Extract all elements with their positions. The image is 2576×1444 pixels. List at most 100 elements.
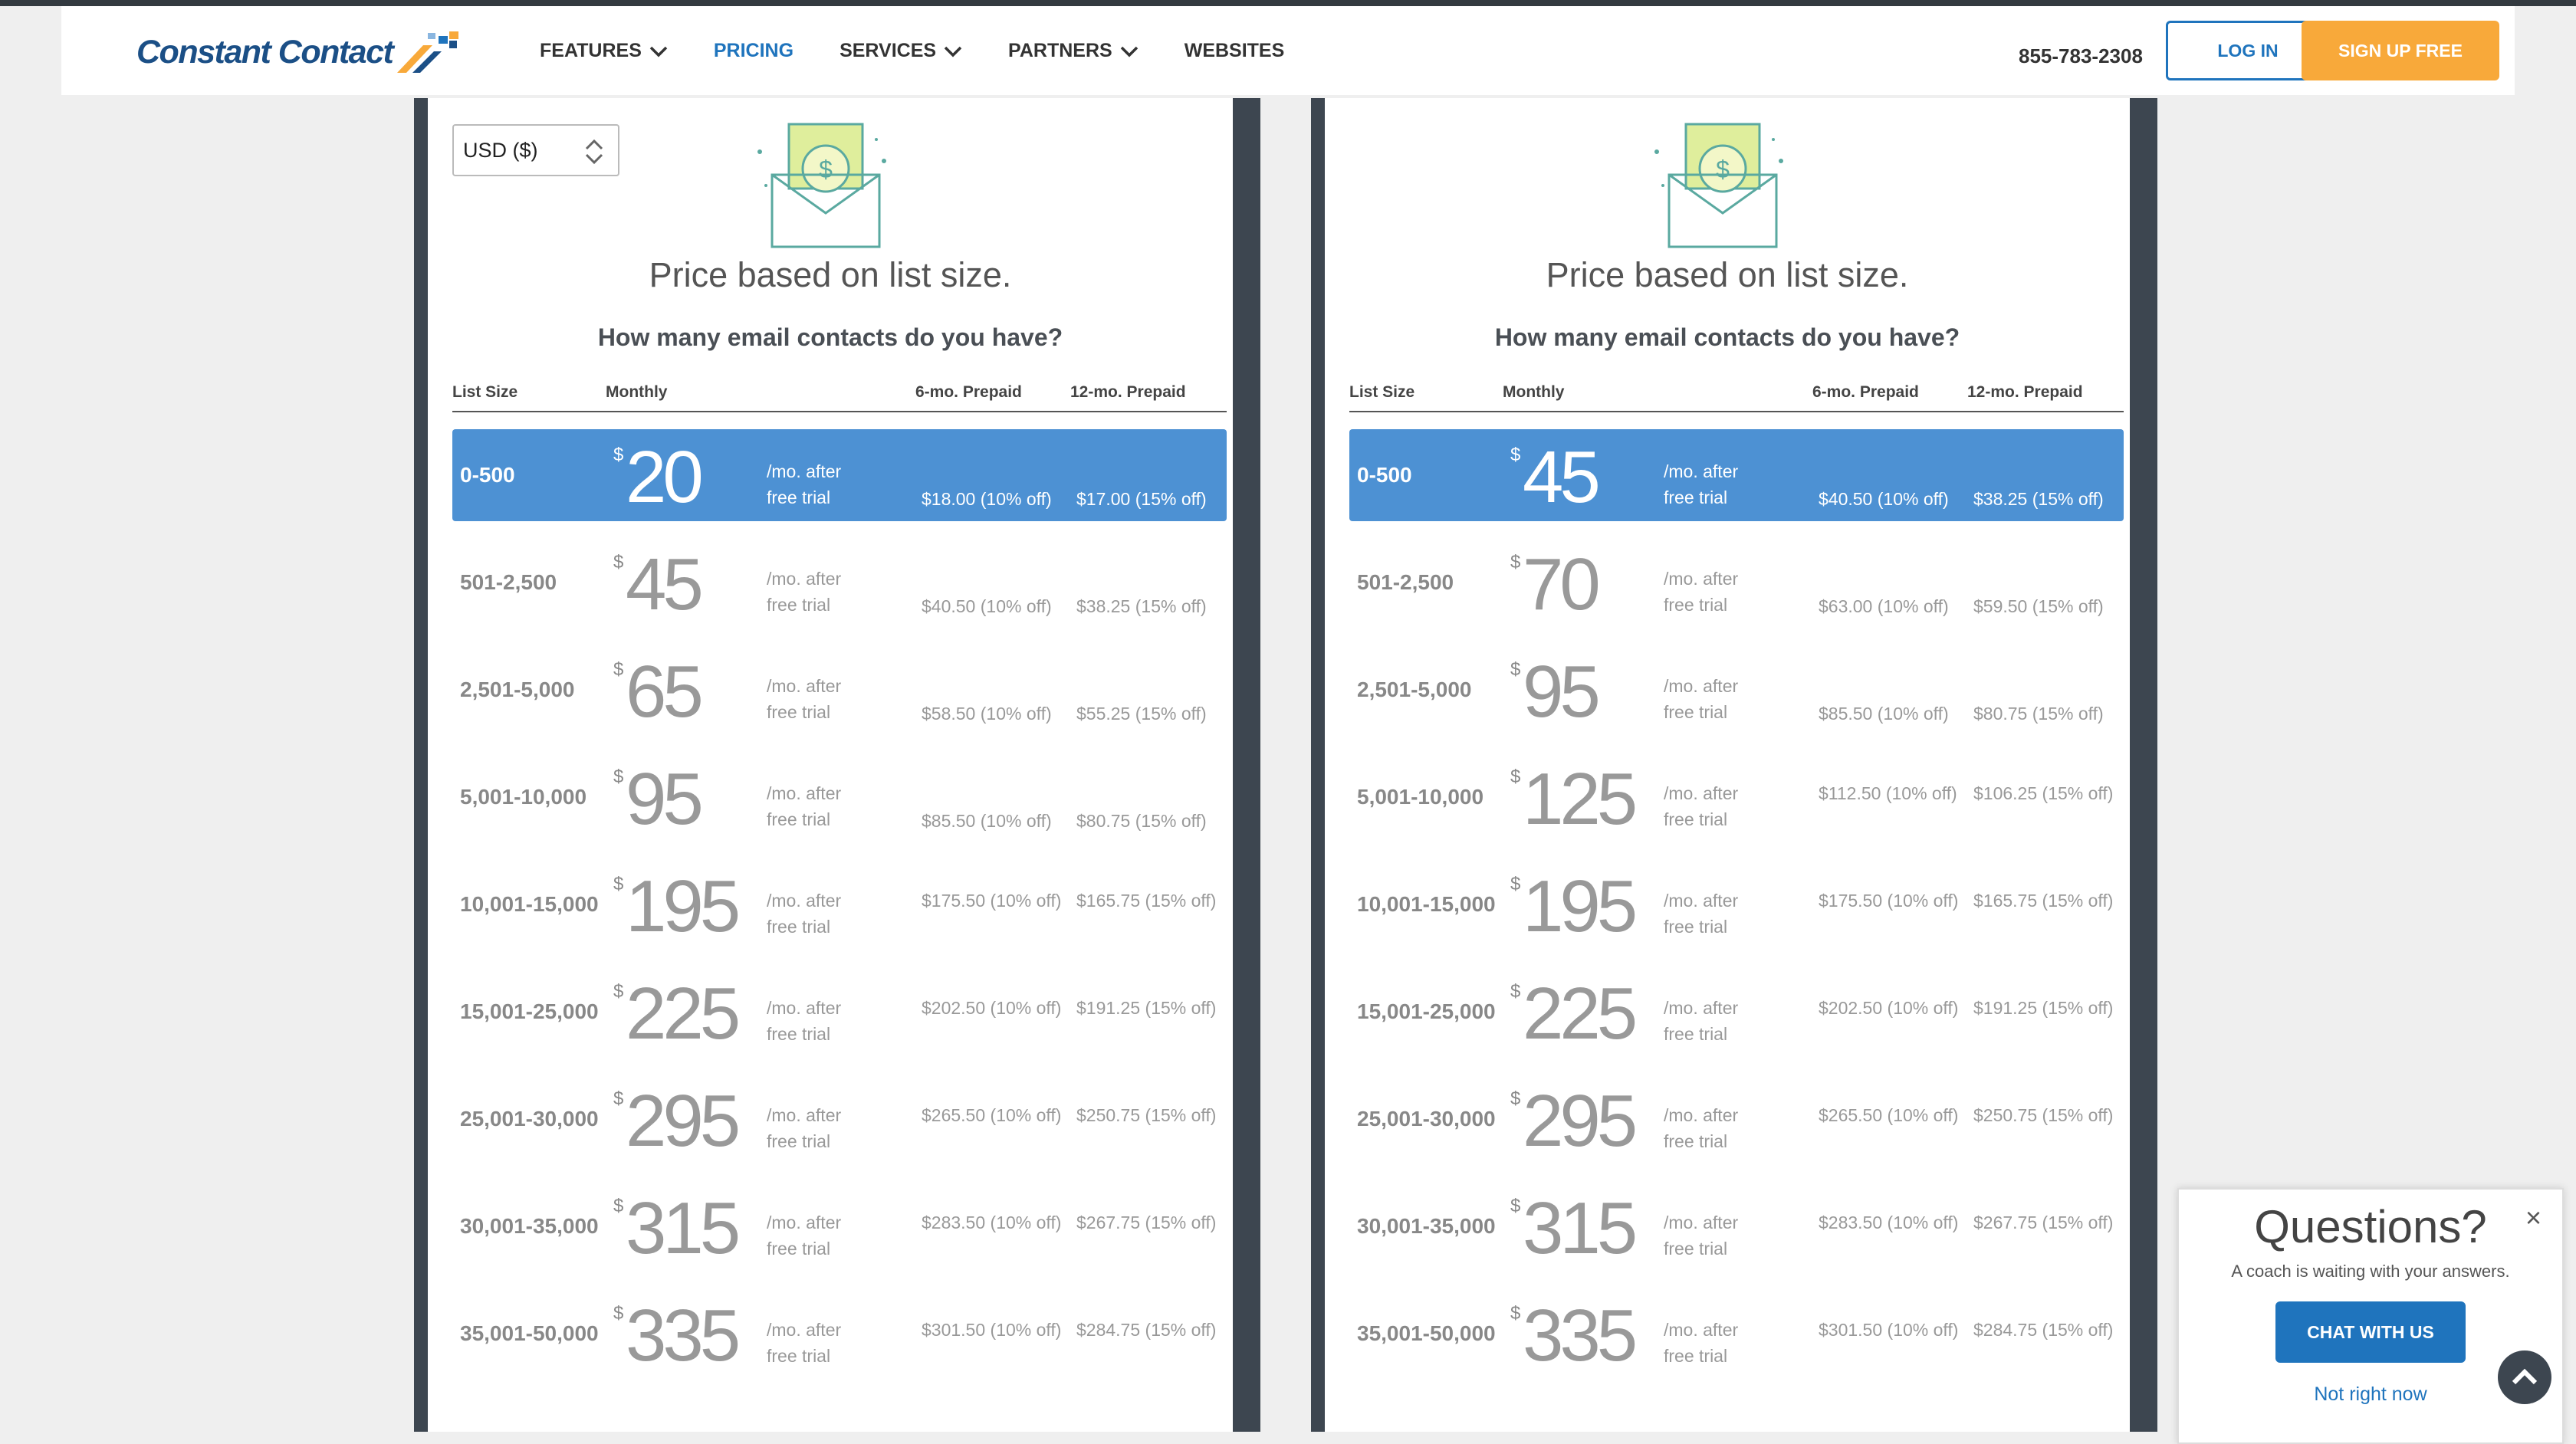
price-note-line-1: /mo. after	[767, 891, 842, 911]
pricing-row[interactable]: 10,001-15,000 $195/mo. after free trial $17…	[1349, 858, 2124, 950]
site-header: Constant Contact FEATURES PRICING SERVIC…	[61, 6, 2515, 95]
col-6mo: 6-mo. Prepaid	[915, 383, 1022, 401]
currency-symbol: $	[1510, 981, 1521, 1002]
price-note-line-2: free trial	[767, 917, 831, 937]
col-list-size: List Size	[452, 383, 518, 401]
phone-number[interactable]: 855-783-2308	[2019, 44, 2143, 68]
pricing-row[interactable]: 10,001-15,000 $195/mo. after free trial $17…	[452, 858, 1227, 950]
price-note: /mo. after free trial	[767, 673, 841, 725]
price-note: /mo. after free trial	[1664, 1102, 1738, 1154]
price-note: /mo. after free trial	[1664, 1209, 1738, 1262]
header-divider	[452, 411, 1227, 412]
price-12mo: $284.75 (15% off)	[1076, 1320, 1217, 1340]
pricing-row[interactable]: 25,001-30,000 $295/mo. after free trial $26…	[452, 1073, 1227, 1165]
nav-pricing[interactable]: PRICING	[714, 40, 794, 62]
currency-symbol: $	[1510, 1088, 1521, 1109]
price-12mo: $165.75 (15% off)	[1973, 891, 2114, 911]
price-6mo: $202.50 (10% off)	[922, 998, 1062, 1018]
price-note-line-2: free trial	[767, 595, 831, 615]
price-note-line-2: free trial	[767, 487, 831, 507]
monthly-price: 45	[626, 543, 704, 625]
price-12mo: $284.75 (15% off)	[1973, 1320, 2114, 1340]
pricing-row[interactable]: 2,501-5,000 $95/mo. after free trial $85.50…	[1349, 644, 2124, 736]
select-arrows-icon	[585, 139, 603, 165]
pricing-row[interactable]: 2,501-5,000 $65/mo. after free trial $58.50…	[452, 644, 1227, 736]
price-12mo: $267.75 (15% off)	[1973, 1213, 2114, 1232]
chevron-down-icon	[1120, 46, 1138, 57]
currency-symbol: $	[613, 659, 624, 680]
price-note: /mo. after free trial	[1664, 995, 1738, 1047]
list-size: 0-500	[460, 463, 515, 487]
list-size: 30,001-35,000	[1357, 1214, 1496, 1238]
price-note: /mo. after free trial	[767, 566, 841, 618]
pricing-panel-1: USD ($) $ Price based on list size. How …	[414, 98, 1260, 1432]
pricing-row[interactable]: 5,001-10,000 $125/mo. after free trial $112…	[1349, 751, 2124, 843]
main-nav: FEATURES PRICING SERVICES PARTNERS WEBSI…	[540, 40, 1330, 62]
price-note-line-1: /mo. after	[1664, 1320, 1739, 1340]
price-note-line-2: free trial	[1664, 1024, 1728, 1044]
price-6mo: $40.50 (10% off)	[1819, 489, 1949, 509]
price-12mo: $55.25 (15% off)	[1076, 704, 1207, 724]
pricing-row[interactable]: 30,001-35,000 $315/mo. after free trial $28…	[1349, 1180, 2124, 1272]
currency-symbol: $	[1510, 1303, 1521, 1324]
pricing-row[interactable]: 15,001-25,000 $225/mo. after free trial $20…	[1349, 966, 2124, 1058]
chevron-down-icon	[944, 46, 962, 57]
pricing-row[interactable]: 5,001-10,000 $95/mo. after free trial $85.5…	[452, 751, 1227, 843]
currency-symbol: $	[613, 766, 624, 787]
currency-symbol: $	[613, 1303, 624, 1324]
nav-services[interactable]: SERVICES	[840, 40, 962, 62]
currency-symbol: $	[1510, 766, 1521, 787]
pricing-row[interactable]: 25,001-30,000 $295/mo. after free trial $26…	[1349, 1073, 2124, 1165]
pricing-row[interactable]: 15,001-25,000 $225/mo. after free trial $20…	[452, 966, 1227, 1058]
pricing-row[interactable]: 35,001-50,000 $335/mo. after free trial $30…	[1349, 1288, 2124, 1380]
pricing-row[interactable]: 501-2,500 $70/mo. after free trial $63.00 (…	[1349, 537, 2124, 628]
pricing-row[interactable]: 35,001-50,000 $335/mo. after free trial $30…	[452, 1288, 1227, 1380]
price-12mo: $17.00 (15% off)	[1076, 489, 1207, 509]
price-heading: Price based on list size.	[1546, 255, 1909, 294]
pricing-row[interactable]: 0-500 $20/mo. after free trial $18.00 (10% …	[452, 429, 1227, 521]
nav-partners[interactable]: PARTNERS	[1008, 40, 1138, 62]
price-note: /mo. after free trial	[1664, 673, 1738, 725]
price-12mo: $250.75 (15% off)	[1973, 1105, 2114, 1125]
price-note: /mo. after free trial	[1664, 1317, 1738, 1369]
monthly-price: 95	[1523, 651, 1601, 733]
price-note-line-2: free trial	[767, 1024, 831, 1044]
monthly-price: 295	[626, 1080, 741, 1162]
price-12mo: $250.75 (15% off)	[1076, 1105, 1217, 1125]
list-size: 501-2,500	[460, 570, 557, 594]
close-icon[interactable]: ×	[2525, 1202, 2542, 1234]
price-12mo: $80.75 (15% off)	[1973, 704, 2104, 724]
price-note-line-2: free trial	[767, 809, 831, 829]
nav-websites[interactable]: WEBSITES	[1184, 40, 1285, 62]
signup-button[interactable]: SIGN UP FREE	[2302, 21, 2499, 80]
list-size: 2,501-5,000	[1357, 678, 1472, 701]
chevron-down-icon	[649, 46, 668, 57]
monthly-price: 315	[1523, 1187, 1638, 1269]
currency-select[interactable]: USD ($)	[452, 124, 619, 176]
currency-symbol: $	[613, 981, 624, 1002]
list-size: 10,001-15,000	[460, 892, 599, 916]
price-note: /mo. after free trial	[767, 1317, 841, 1369]
price-note-line-1: /mo. after	[1664, 783, 1739, 803]
monthly-price: 65	[626, 651, 704, 733]
svg-text:$: $	[819, 156, 833, 183]
list-size: 501-2,500	[1357, 570, 1454, 594]
price-note-line-1: /mo. after	[1664, 1105, 1739, 1125]
money-envelope-icon: $	[1654, 123, 1783, 248]
col-monthly: Monthly	[1503, 383, 1565, 401]
chat-with-us-button[interactable]: CHAT WITH US	[2275, 1301, 2466, 1363]
price-6mo: $283.50 (10% off)	[1819, 1213, 1959, 1232]
price-note-line-1: /mo. after	[767, 1105, 842, 1125]
logo[interactable]: Constant Contact	[136, 29, 459, 75]
monthly-price: 125	[1523, 758, 1638, 840]
price-note: /mo. after free trial	[767, 780, 841, 832]
nav-features[interactable]: FEATURES	[540, 40, 668, 62]
price-6mo: $265.50 (10% off)	[922, 1105, 1062, 1125]
price-note-line-1: /mo. after	[1664, 569, 1739, 589]
nav-partners-label: PARTNERS	[1008, 40, 1112, 61]
pricing-row[interactable]: 0-500 $45/mo. after free trial $40.50 (10% …	[1349, 429, 2124, 521]
scroll-to-top-button[interactable]	[2498, 1350, 2551, 1404]
pricing-row[interactable]: 30,001-35,000 $315/mo. after free trial $28…	[452, 1180, 1227, 1272]
chat-title: Questions?	[2254, 1201, 2487, 1252]
pricing-row[interactable]: 501-2,500 $45/mo. after free trial $40.50 (…	[452, 537, 1227, 628]
